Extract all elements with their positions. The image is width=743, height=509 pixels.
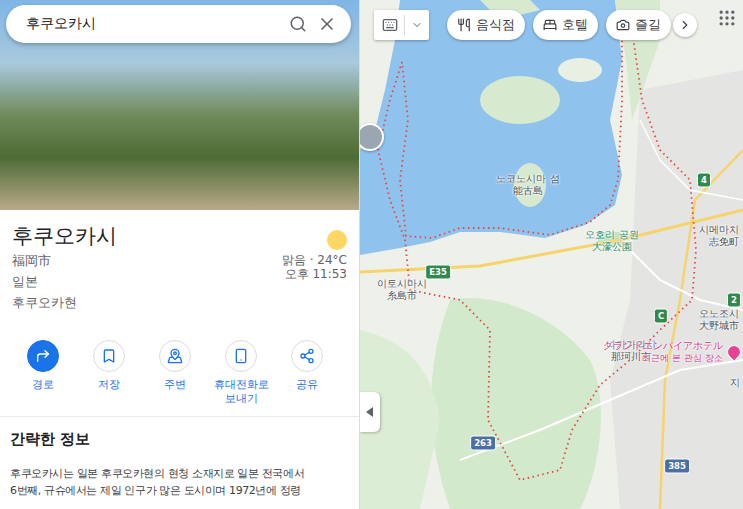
share-icon[interactable] xyxy=(299,348,315,364)
apps-grid-icon[interactable] xyxy=(717,8,737,28)
hotel-pin-icon[interactable] xyxy=(724,342,743,362)
place-info: 후쿠오카시福岡市일본후쿠오카현 맑음 · 24°C오후 11:53 xyxy=(0,210,359,313)
category-chip[interactable]: 호텔 xyxy=(533,10,598,40)
overview-heading: 간략한 정보 xyxy=(10,429,349,449)
place-panel: 후쿠오카시후쿠오카시福岡市일본후쿠오카현맑음 · 24°C오후 11:53경로저… xyxy=(0,0,360,509)
camera-icon[interactable] xyxy=(616,18,630,32)
action-circle[interactable] xyxy=(225,340,257,372)
apps-button[interactable] xyxy=(717,8,737,32)
input-tools-button[interactable] xyxy=(374,10,429,40)
category-chips: 음식점 호텔 즐길 xyxy=(374,10,697,40)
overview-text: 후쿠오카시는 일본 후쿠오카현의 현청 소재지로 일본 전국에서 xyxy=(10,465,349,482)
map-label[interactable]: 노코노시마 섬能古島 xyxy=(496,173,559,197)
map-label[interactable]: グランドエンパイアホテル최근에 본 관심 장소 xyxy=(603,340,741,364)
action-label[interactable]: 주변 xyxy=(164,378,186,392)
sun-icon xyxy=(327,230,347,250)
chevron-down-icon[interactable] xyxy=(411,19,423,31)
place-detail: 일본 xyxy=(12,271,117,292)
search-icon[interactable] xyxy=(289,15,307,33)
local-time: 오후 11:53 xyxy=(285,267,347,281)
weather: 맑음 · 24°C오후 11:53 xyxy=(282,222,347,313)
map-label[interactable]: 시메마치志免町 xyxy=(699,224,739,248)
divider xyxy=(0,416,359,417)
map-label[interactable]: 이토시마시糸島市 xyxy=(377,278,427,302)
action-button[interactable]: 저장 xyxy=(76,340,142,406)
action-label[interactable]: 경로 xyxy=(32,378,54,392)
action-circle[interactable] xyxy=(291,340,323,372)
road-shield: 263 xyxy=(470,436,496,451)
map[interactable]: 노코노시마 섬能古島 오호리 공원大濠公園 시메마치志免町 이토시마시糸島市 오노조시大… xyxy=(360,0,743,509)
action-circle[interactable] xyxy=(93,340,125,372)
directions-icon[interactable] xyxy=(35,348,51,364)
place-title: 후쿠오카시 xyxy=(12,222,117,250)
road-shield: E35 xyxy=(425,265,451,280)
road-shield: 2 xyxy=(727,293,741,308)
action-circle[interactable] xyxy=(27,340,59,372)
search-box[interactable]: 후쿠오카시 xyxy=(6,5,351,43)
overview-text: 6번째, 규슈에서는 제일 인구가 많은 도시이며 1972년에 정령 xyxy=(10,482,349,499)
collapse-arrow-icon[interactable] xyxy=(366,407,374,417)
action-button[interactable]: 공유 xyxy=(274,340,340,406)
place-detail: 후쿠오카현 xyxy=(12,292,117,313)
action-label[interactable]: 저장 xyxy=(98,378,120,392)
action-button[interactable]: 주변 xyxy=(142,340,208,406)
hotel-icon[interactable] xyxy=(543,18,557,32)
weather-condition: 맑음 · 24°C xyxy=(282,253,347,267)
collapse-panel-button[interactable] xyxy=(360,392,380,432)
action-label[interactable]: 휴대전화로 보내기 xyxy=(208,378,274,406)
road-shield: 385 xyxy=(664,459,690,474)
restaurant-icon[interactable] xyxy=(457,18,471,32)
place-detail: 福岡市 xyxy=(12,250,117,271)
keyboard-icon[interactable] xyxy=(382,17,398,33)
chevron-right-icon[interactable] xyxy=(678,18,692,32)
bookmark-icon[interactable] xyxy=(101,348,117,364)
overview: 간략한 정보후쿠오카시는 일본 후쿠오카현의 현청 소재지로 일본 전국에서6번… xyxy=(0,417,359,499)
action-button[interactable]: 휴대전화로 보내기 xyxy=(208,340,274,406)
road-shield: C xyxy=(654,309,668,324)
action-label[interactable]: 공유 xyxy=(296,378,318,392)
maps-window: 후쿠오카시후쿠오카시福岡市일본후쿠오카현맑음 · 24°C오후 11:53경로저… xyxy=(0,0,743,509)
map-canvas[interactable] xyxy=(360,0,743,509)
map-label[interactable]: 지 xyxy=(730,377,740,389)
place-photo[interactable]: 후쿠오카시 xyxy=(0,0,359,210)
category-chip[interactable]: 즐길 xyxy=(606,10,671,40)
search-input[interactable]: 후쿠오카시 xyxy=(26,15,279,33)
close-icon[interactable] xyxy=(317,14,337,34)
action-circle[interactable] xyxy=(159,340,191,372)
phone-icon[interactable] xyxy=(233,348,249,364)
road-shield: 4 xyxy=(697,173,711,188)
action-button[interactable]: 경로 xyxy=(10,340,76,406)
search-button[interactable] xyxy=(289,15,307,33)
action-row: 경로 저장 주변 휴대전화로 보내기 공유 xyxy=(0,313,359,416)
chips-next-button[interactable] xyxy=(673,13,697,37)
category-chip[interactable]: 음식점 xyxy=(447,10,525,40)
map-label[interactable]: 오호리 공원大濠公園 xyxy=(585,229,638,253)
map-label[interactable]: 오노조시大野城市 xyxy=(699,308,739,332)
clear-button[interactable] xyxy=(317,14,337,34)
nearby-icon[interactable] xyxy=(167,348,183,364)
